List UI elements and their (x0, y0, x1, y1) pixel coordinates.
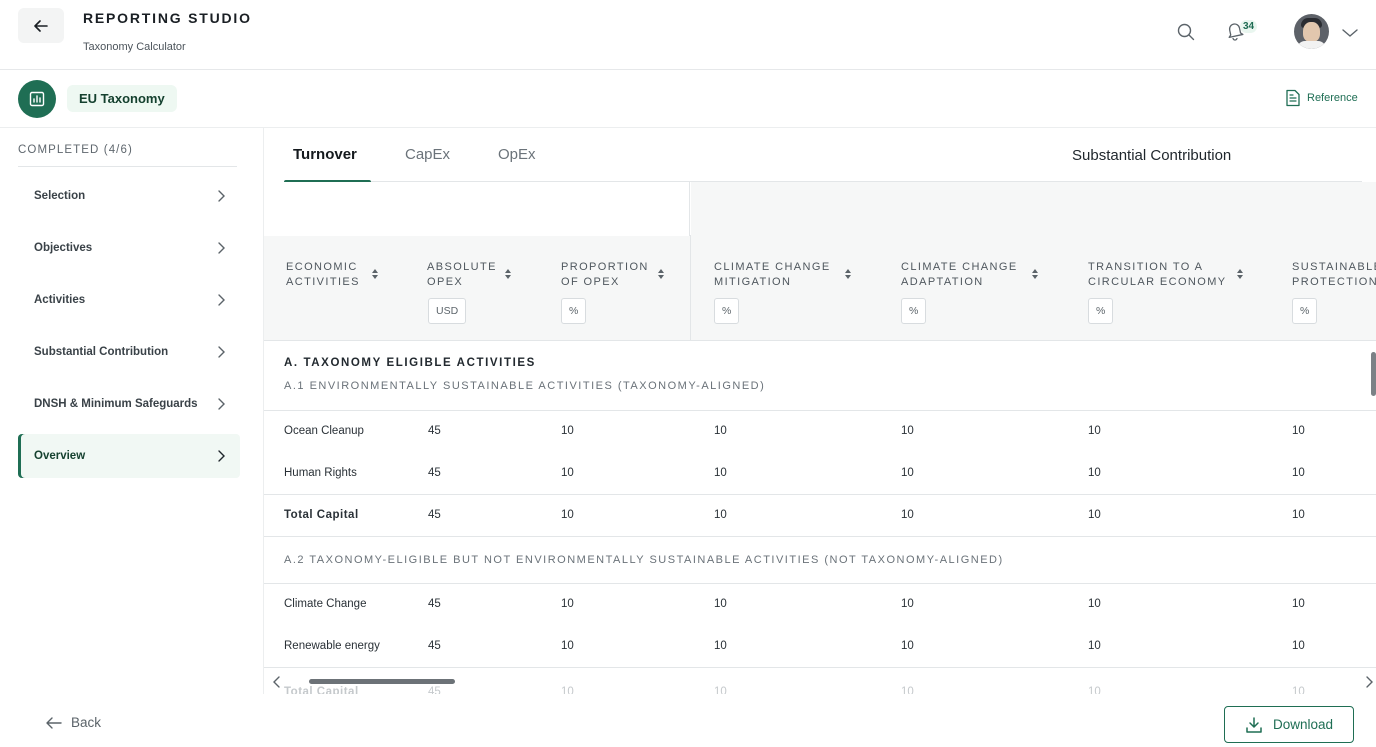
progress-label: COMPLETED (4/6) (18, 144, 133, 156)
module-name: EU Taxonomy (67, 85, 177, 112)
reference-label: Reference (1307, 92, 1358, 104)
sort-icon[interactable] (1236, 268, 1244, 280)
unit-chip-percent: % (561, 298, 587, 324)
table-row[interactable]: Climate Change 45 10 10 10 10 10 (264, 584, 1376, 626)
table-row[interactable]: Ocean Cleanup 45 10 10 10 10 10 (264, 411, 1376, 453)
sidebar-item-substantial-contribution[interactable]: Substantial Contribution (18, 330, 240, 374)
sidebar-item-dnsh[interactable]: DNSH & Minimum Safeguards (18, 382, 240, 426)
table-group-header (264, 182, 1376, 236)
overview-content: Turnover CapEx OpEx Substantial Contribu… (264, 128, 1376, 694)
sidebar-item-label: Objectives (34, 242, 93, 254)
column-header-climate-change-adaptation[interactable]: CLIMATE CHANGE ADAPTATION (901, 260, 1018, 290)
subsection-title: A.2 TAXONOMY-ELIGIBLE BUT NOT ENVIRONMEN… (284, 554, 1004, 566)
horizontal-scrollbar[interactable] (264, 670, 1376, 694)
table-column-header: ECONOMIC ACTIVITIES ABSOLUTE OPEX USD PR… (264, 236, 1376, 341)
notification-count-badge: 34 (1240, 20, 1258, 33)
tab-capex[interactable]: CapEx (405, 146, 450, 163)
section-header-a2: A.2 TAXONOMY-ELIGIBLE BUT NOT ENVIRONMEN… (264, 537, 1376, 584)
chevron-right-icon (218, 398, 225, 410)
reference-link[interactable]: Reference (1285, 89, 1358, 107)
report-chart-icon (29, 91, 45, 107)
unit-chip-percent: % (1292, 298, 1318, 324)
download-button[interactable]: Download (1224, 706, 1354, 743)
column-header-absolute-opex[interactable]: ABSOLUTE OPEX (427, 260, 497, 290)
column-header-climate-change-mitigation[interactable]: CLIMATE CHANGE MITIGATION (714, 260, 831, 290)
subsection-title: A.1 ENVIRONMENTALLY SUSTAINABLE ACTIVITI… (284, 380, 766, 392)
vertical-scrollbar-thumb[interactable] (1371, 352, 1376, 396)
search-icon (1177, 23, 1195, 41)
module-bar: EU Taxonomy Reference (0, 70, 1376, 128)
sidebar-item-label: Selection (34, 190, 86, 202)
unit-chip-percent: % (1088, 298, 1114, 324)
section-title: A. TAXONOMY ELIGIBLE ACTIVITIES (284, 357, 536, 369)
top-bar: REPORTING STUDIO Taxonomy Calculator 34 (0, 0, 1376, 70)
document-icon (1286, 89, 1300, 107)
app-subtitle: Taxonomy Calculator (83, 41, 186, 53)
chevron-down-icon (1342, 29, 1358, 37)
sort-icon[interactable] (1031, 268, 1039, 280)
unit-chip-percent: % (714, 298, 740, 324)
sidebar-item-objectives[interactable]: Objectives (18, 226, 240, 270)
step-sidebar: COMPLETED (4/6) Selection Objectives Act… (0, 128, 264, 694)
user-menu-toggle[interactable] (1342, 25, 1358, 39)
sidebar-item-overview[interactable]: Overview (18, 434, 240, 478)
sort-icon[interactable] (504, 268, 512, 280)
divider (18, 166, 237, 167)
sidebar-item-label: Overview (34, 450, 86, 462)
back-button[interactable]: Back (46, 715, 101, 730)
section-header-a1: A. TAXONOMY ELIGIBLE ACTIVITIES A.1 ENVI… (264, 341, 1376, 411)
module-icon-badge (18, 80, 56, 118)
column-header-economic-activities[interactable]: ECONOMIC ACTIVITIES (286, 260, 360, 290)
group-header-label: Substantial Contribution (1072, 147, 1232, 164)
sidebar-item-label: Activities (34, 294, 86, 306)
unit-chip-percent: % (901, 298, 927, 324)
table-row-total[interactable]: Total Capital 45 10 10 10 10 10 (264, 495, 1376, 537)
table-row[interactable]: Renewable energy 45 10 10 10 10 10 (264, 626, 1376, 668)
sort-icon[interactable] (657, 268, 665, 280)
download-label: Download (1272, 717, 1334, 732)
download-icon (1246, 716, 1262, 733)
chevron-right-icon (218, 450, 225, 462)
unit-chip-usd: USD (428, 298, 467, 324)
column-header-sustainable-protection[interactable]: SUSTAINABLE PROTECTION (1292, 260, 1376, 290)
sort-icon[interactable] (371, 268, 379, 280)
sidebar-item-label: DNSH & Minimum Safeguards (34, 398, 198, 410)
scroll-right-arrow-icon[interactable] (1364, 675, 1374, 689)
chevron-right-icon (218, 190, 225, 202)
table-row[interactable]: Human Rights 45 10 10 10 10 10 (264, 453, 1376, 495)
chevron-right-icon (218, 294, 225, 306)
avatar[interactable] (1294, 14, 1329, 49)
tab-turnover[interactable]: Turnover (293, 146, 357, 163)
column-header-circular-economy[interactable]: TRANSITION TO A CIRCULAR ECONOMY (1088, 260, 1227, 290)
sidebar-item-selection[interactable]: Selection (18, 174, 240, 218)
column-header-proportion-of-opex[interactable]: PROPORTION OF OPEX (561, 260, 649, 290)
chevron-right-icon (218, 346, 225, 358)
sort-icon[interactable] (844, 268, 852, 280)
back-label: Back (71, 715, 102, 730)
arrow-left-icon (34, 19, 48, 32)
scroll-left-arrow-icon[interactable] (272, 675, 282, 689)
arrow-left-icon (46, 716, 62, 729)
sidebar-item-label: Substantial Contribution (34, 346, 169, 358)
tab-opex[interactable]: OpEx (498, 146, 536, 163)
chevron-right-icon (218, 242, 225, 254)
footer-bar: Back Download (0, 694, 1376, 747)
search-button[interactable] (1174, 20, 1198, 44)
header-back-button[interactable] (18, 8, 64, 43)
app-title: REPORTING STUDIO (83, 10, 252, 26)
sidebar-item-activities[interactable]: Activities (18, 278, 240, 322)
horizontal-scrollbar-thumb[interactable] (309, 679, 455, 684)
